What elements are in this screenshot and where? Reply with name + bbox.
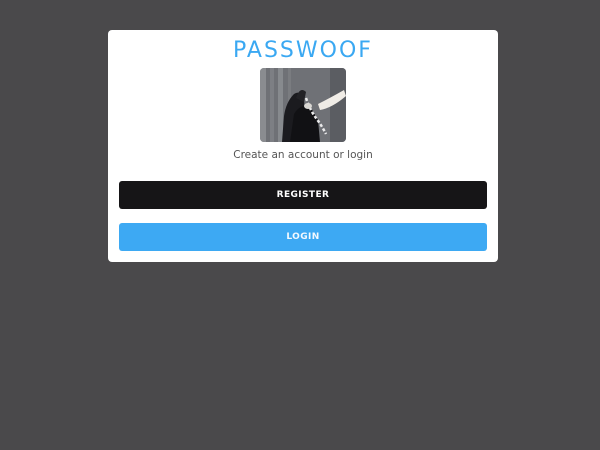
register-button[interactable]: REGISTER xyxy=(119,181,487,209)
auth-card: PASSWOOF Create an account or login REGI… xyxy=(108,30,498,262)
subtitle-text: Create an account or login xyxy=(233,149,373,161)
login-button[interactable]: LOGIN xyxy=(119,223,487,251)
page-background: PASSWOOF Create an account or login REGI… xyxy=(0,0,600,450)
dog-photo xyxy=(260,68,346,142)
app-title: PASSWOOF xyxy=(233,38,373,63)
